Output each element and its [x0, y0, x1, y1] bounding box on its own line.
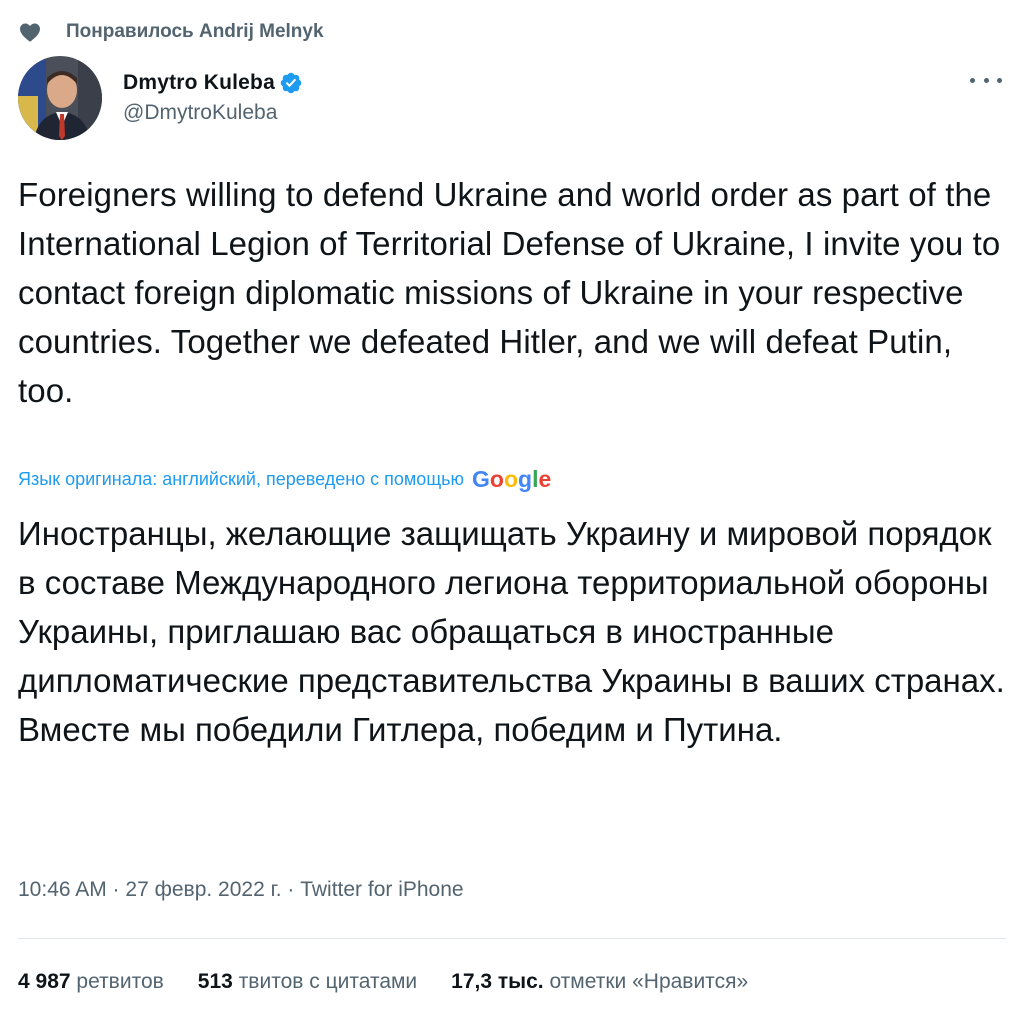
retweets-label: ретвитов	[76, 970, 164, 993]
tweet-author[interactable]: Dmytro Kuleba @DmytroKuleba	[18, 56, 303, 140]
verified-badge-icon	[279, 71, 303, 95]
divider	[18, 938, 1006, 939]
likes-stat[interactable]: 17,3 тыс. отметки «Нравится»	[451, 970, 748, 994]
avatar[interactable]	[18, 56, 102, 140]
heart-icon	[18, 20, 42, 44]
quote-tweets-count: 513	[197, 970, 233, 993]
google-logo: Google	[472, 466, 552, 492]
likes-label: отметки «Нравится»	[549, 970, 749, 993]
handle[interactable]: @DmytroKuleba	[123, 101, 303, 125]
tweet-meta[interactable]: 10:46 AM · 27 февр. 2022 г. · Twitter fo…	[18, 878, 464, 902]
translated-text: Иностранцы, желающие защищать Украину и …	[18, 515, 1005, 748]
display-name[interactable]: Dmytro Kuleba	[123, 71, 275, 95]
social-context[interactable]: Понравилось Andrij Melnyk	[18, 20, 324, 44]
translation-note-text: Язык оригинала: английский, переведено с…	[18, 469, 465, 489]
more-options-icon[interactable]	[970, 70, 1002, 90]
tweet-text: Foreigners willing to defend Ukraine and…	[18, 176, 1001, 409]
social-context-text: Понравилось Andrij Melnyk	[66, 21, 324, 42]
likes-count: 17,3 тыс.	[451, 970, 544, 993]
translation-note[interactable]: Язык оригинала: английский, переведено с…	[18, 466, 551, 493]
quote-tweets-stat[interactable]: 513 твитов с цитатами	[198, 970, 417, 994]
quote-tweets-label: твитов с цитатами	[238, 970, 418, 993]
tweet-stats: 4 987 ретвитов 513 твитов с цитатами 17,…	[18, 970, 782, 994]
retweets-count: 4 987	[18, 970, 71, 993]
retweets-stat[interactable]: 4 987 ретвитов	[18, 970, 164, 994]
